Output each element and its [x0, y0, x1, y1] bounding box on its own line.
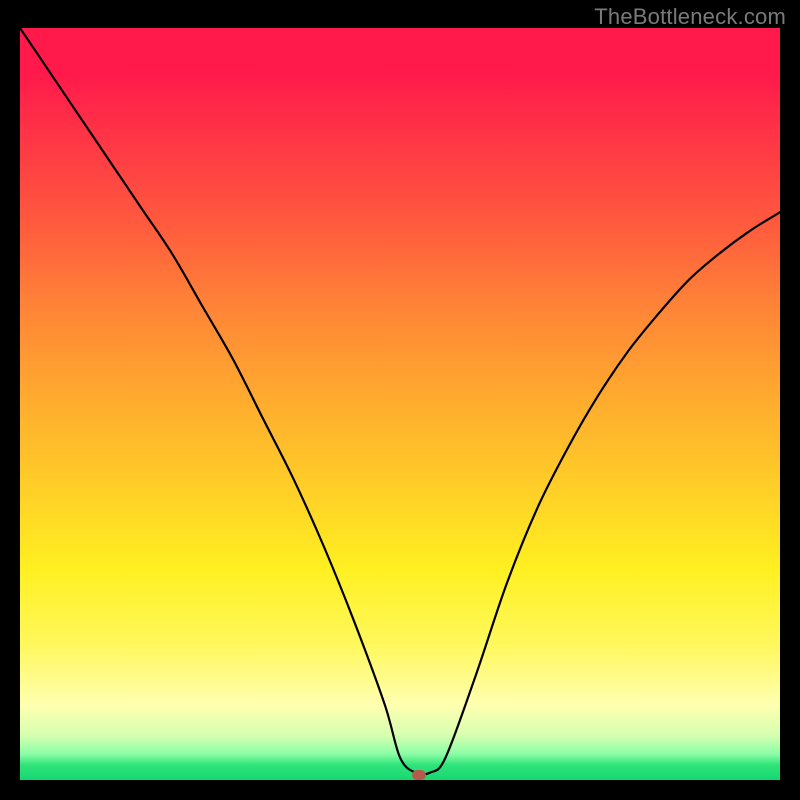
bottleneck-curve-svg	[20, 28, 780, 780]
watermark-text: TheBottleneck.com	[594, 4, 786, 30]
optimal-point-marker	[412, 770, 426, 780]
chart-frame: TheBottleneck.com	[0, 0, 800, 800]
bottleneck-curve-path	[20, 28, 780, 774]
